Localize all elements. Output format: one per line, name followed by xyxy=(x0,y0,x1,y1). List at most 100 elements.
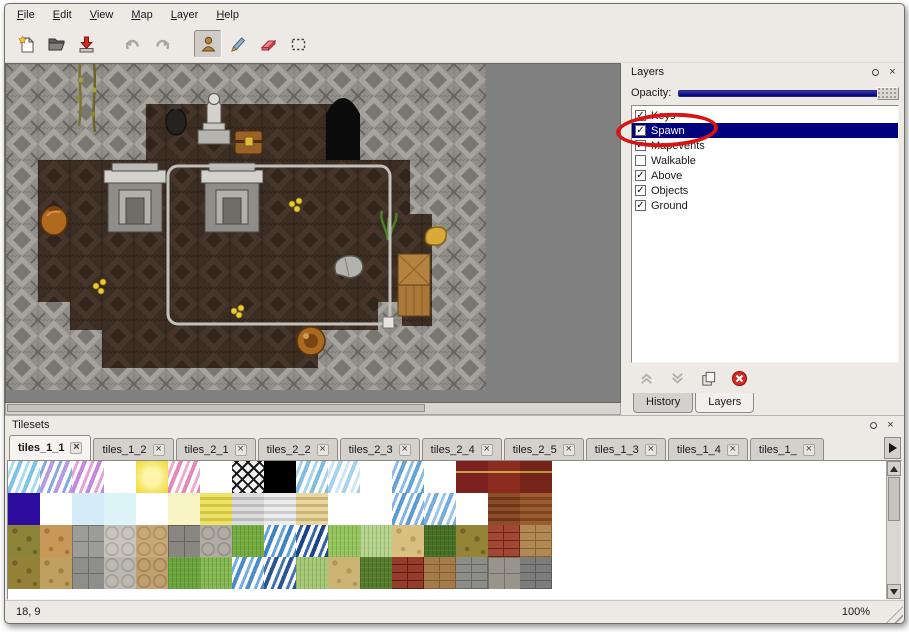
menu-map[interactable]: Map xyxy=(123,6,160,24)
tile-2-10[interactable] xyxy=(328,525,360,557)
player-tool-button[interactable] xyxy=(194,30,222,58)
tile-1-15[interactable] xyxy=(488,493,520,525)
tile-0-16[interactable] xyxy=(520,461,552,493)
tile-2-3[interactable] xyxy=(104,525,136,557)
tile-3-7[interactable] xyxy=(232,557,264,589)
close-tab-icon[interactable]: × xyxy=(481,444,493,456)
map-horizontal-scrollbar[interactable] xyxy=(5,403,621,415)
tile-3-10[interactable] xyxy=(328,557,360,589)
map-view[interactable] xyxy=(5,63,621,403)
close-tab-icon[interactable]: × xyxy=(317,444,329,456)
tile-2-11[interactable] xyxy=(360,525,392,557)
move-layer-up-button[interactable] xyxy=(635,367,657,389)
tile-0-6[interactable] xyxy=(200,461,232,493)
scroll-track[interactable] xyxy=(887,476,901,584)
tile-0-14[interactable] xyxy=(456,461,488,493)
open-file-button[interactable] xyxy=(42,30,70,58)
tile-2-12[interactable] xyxy=(392,525,424,557)
tile-1-0[interactable] xyxy=(8,493,40,525)
close-tab-icon[interactable]: × xyxy=(803,444,815,456)
resize-grip[interactable] xyxy=(886,606,903,623)
tile-0-3[interactable] xyxy=(104,461,136,493)
tile-0-7[interactable] xyxy=(232,461,264,493)
tile-3-6[interactable] xyxy=(200,557,232,589)
tile-0-8[interactable] xyxy=(264,461,296,493)
opacity-slider[interactable] xyxy=(678,86,899,101)
tile-3-11[interactable] xyxy=(360,557,392,589)
tile-2-15[interactable] xyxy=(488,525,520,557)
save-file-button[interactable] xyxy=(72,30,100,58)
brush-tool-button[interactable] xyxy=(224,30,252,58)
close-panel-icon[interactable]: × xyxy=(886,66,899,79)
tile-2-9[interactable] xyxy=(296,525,328,557)
tile-2-5[interactable] xyxy=(168,525,200,557)
layer-row-keys[interactable]: ✓Keys xyxy=(632,108,898,123)
tile-3-1[interactable] xyxy=(40,557,72,589)
tile-2-0[interactable] xyxy=(8,525,40,557)
tileset-tab-tiles_2_5[interactable]: tiles_2_5× xyxy=(504,438,584,460)
tile-0-2[interactable] xyxy=(72,461,104,493)
tile-2-13[interactable] xyxy=(424,525,456,557)
close-tilesets-icon[interactable]: × xyxy=(884,419,897,432)
tile-1-5[interactable] xyxy=(168,493,200,525)
layer-list[interactable]: ✓Keys✓Spawn✓MapeventsWalkable✓Above✓Obje… xyxy=(631,105,899,363)
tile-0-15[interactable] xyxy=(488,461,520,493)
layer-row-objects[interactable]: ✓Objects xyxy=(632,183,898,198)
tile-3-4[interactable] xyxy=(136,557,168,589)
undo-button[interactable] xyxy=(118,30,146,58)
tile-1-3[interactable] xyxy=(104,493,136,525)
menu-view[interactable]: View xyxy=(82,6,122,24)
tile-2-2[interactable] xyxy=(72,525,104,557)
tile-3-9[interactable] xyxy=(296,557,328,589)
tab-scroll-right-button[interactable] xyxy=(884,437,901,459)
tile-3-13[interactable] xyxy=(424,557,456,589)
tile-3-3[interactable] xyxy=(104,557,136,589)
tile-2-6[interactable] xyxy=(200,525,232,557)
map-canvas[interactable] xyxy=(6,64,486,390)
tile-1-11[interactable] xyxy=(360,493,392,525)
tileset-tab-tiles_2_3[interactable]: tiles_2_3× xyxy=(340,438,420,460)
tile-1-7[interactable] xyxy=(232,493,264,525)
new-file-button[interactable] xyxy=(12,30,40,58)
tile-2-14[interactable] xyxy=(456,525,488,557)
layer-row-ground[interactable]: ✓Ground xyxy=(632,198,898,213)
tile-1-8[interactable] xyxy=(264,493,296,525)
duplicate-layer-button[interactable] xyxy=(697,367,719,389)
layer-visibility-checkbox[interactable] xyxy=(635,155,646,166)
tile-0-10[interactable] xyxy=(328,461,360,493)
tile-1-6[interactable] xyxy=(200,493,232,525)
tile-0-1[interactable] xyxy=(40,461,72,493)
layer-visibility-checkbox[interactable]: ✓ xyxy=(635,125,646,136)
tile-2-8[interactable] xyxy=(264,525,296,557)
move-layer-down-button[interactable] xyxy=(666,367,688,389)
redo-button[interactable] xyxy=(148,30,176,58)
tile-2-7[interactable] xyxy=(232,525,264,557)
panel-tab-history[interactable]: History xyxy=(633,393,693,413)
menu-help[interactable]: Help xyxy=(208,6,247,24)
delete-layer-button[interactable] xyxy=(728,367,750,389)
panel-tab-layers[interactable]: Layers xyxy=(695,393,754,413)
tile-3-5[interactable] xyxy=(168,557,200,589)
tileset-tab-tiles_2_4[interactable]: tiles_2_4× xyxy=(422,438,502,460)
tileset-vertical-scrollbar[interactable] xyxy=(886,461,901,599)
close-tab-icon[interactable]: × xyxy=(727,444,739,456)
tile-1-12[interactable] xyxy=(392,493,424,525)
layer-visibility-checkbox[interactable]: ✓ xyxy=(635,200,646,211)
close-tab-icon[interactable]: × xyxy=(563,444,575,456)
float-tilesets-icon[interactable] xyxy=(867,419,880,432)
tile-1-16[interactable] xyxy=(520,493,552,525)
scroll-down-button[interactable] xyxy=(887,584,901,599)
menu-file[interactable]: File xyxy=(9,6,43,24)
layer-row-walkable[interactable]: Walkable xyxy=(632,153,898,168)
layer-visibility-checkbox[interactable]: ✓ xyxy=(635,140,646,151)
tile-1-13[interactable] xyxy=(424,493,456,525)
menu-edit[interactable]: Edit xyxy=(45,6,80,24)
tile-3-0[interactable] xyxy=(8,557,40,589)
tile-1-9[interactable] xyxy=(296,493,328,525)
scroll-up-button[interactable] xyxy=(887,461,901,476)
close-tab-icon[interactable]: × xyxy=(399,444,411,456)
select-tool-button[interactable] xyxy=(284,30,312,58)
tileset-grid[interactable] xyxy=(8,461,901,589)
tile-3-2[interactable] xyxy=(72,557,104,589)
tile-1-10[interactable] xyxy=(328,493,360,525)
